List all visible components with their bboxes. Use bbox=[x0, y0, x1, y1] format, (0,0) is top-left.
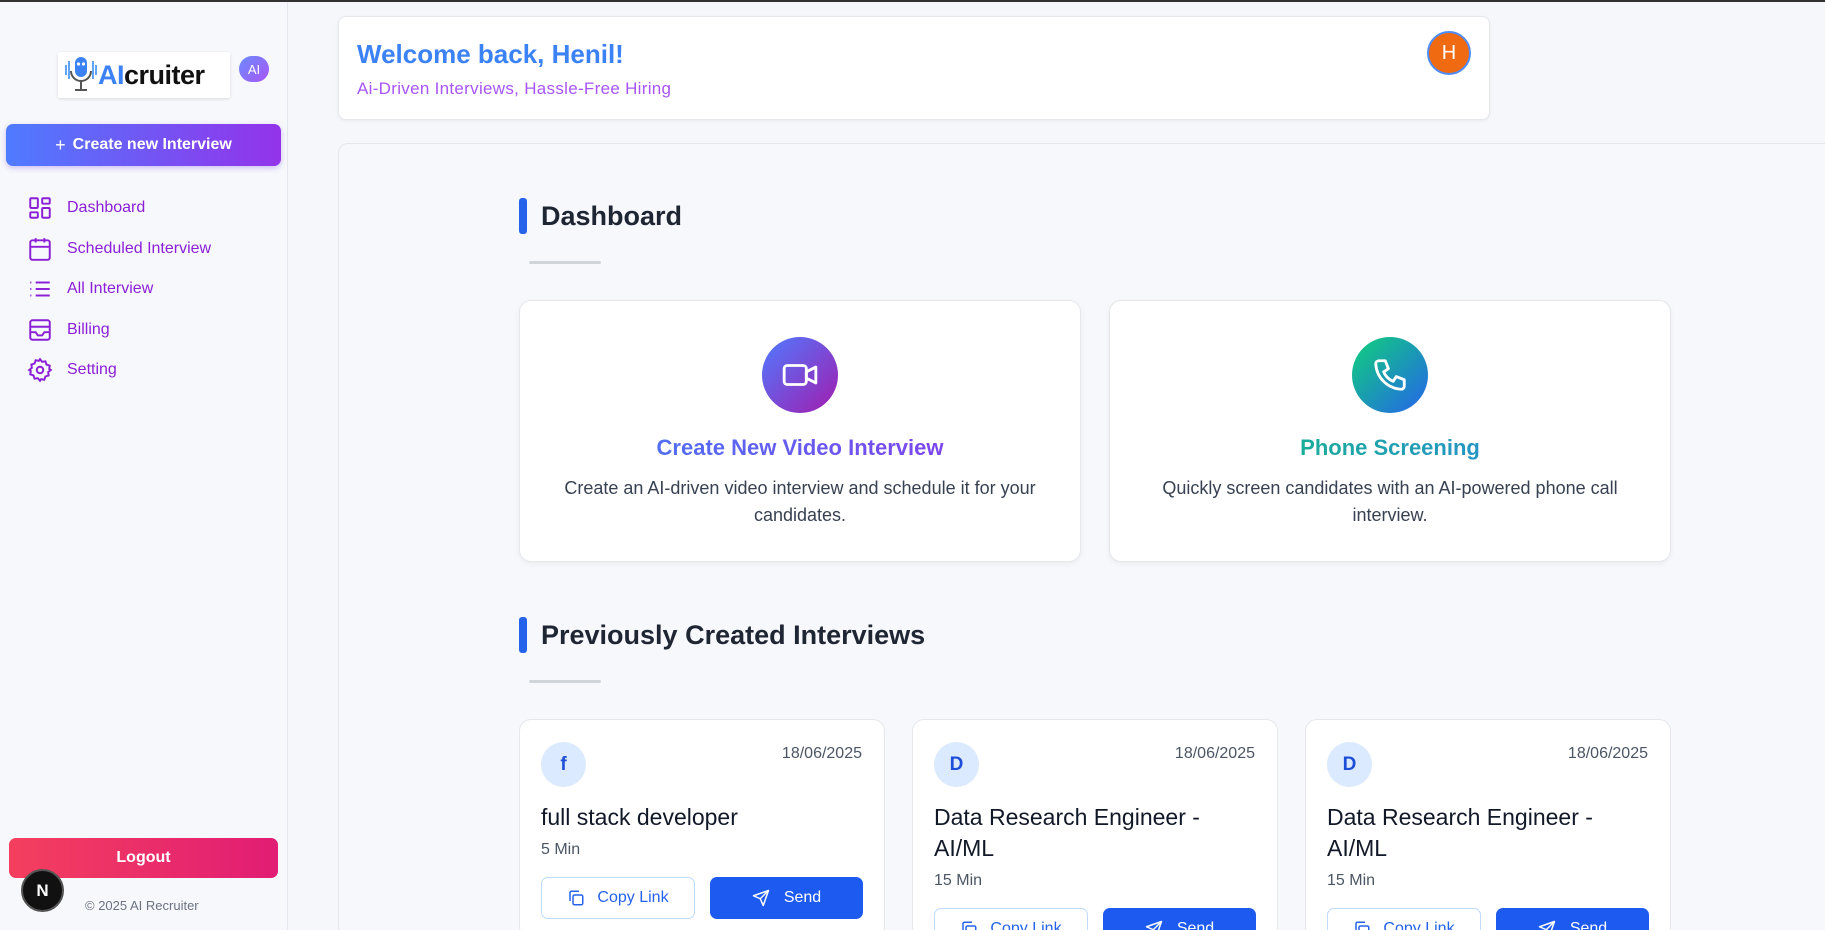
gear-icon bbox=[27, 357, 53, 383]
wallet-icon bbox=[29, 319, 51, 341]
video-camera-icon bbox=[762, 337, 838, 413]
calendar-icon bbox=[29, 237, 51, 261]
card-title: Create New Video Interview bbox=[520, 435, 1080, 461]
avatar[interactable]: H bbox=[1427, 31, 1471, 75]
interview-date: 18/06/2025 bbox=[1567, 745, 1648, 762]
previous-interviews-title: Previously Created Interviews bbox=[519, 617, 925, 653]
interview-title: Data Research Engineer - AI/ML bbox=[1327, 804, 1593, 861]
copyright-text: © 2025 AI Recruiter bbox=[85, 898, 199, 913]
card-description: Quickly screen candidates with an AI-pow… bbox=[1162, 478, 1618, 525]
ai-badge: AI bbox=[239, 56, 269, 82]
copy-link-label: Copy Link bbox=[990, 920, 1062, 930]
copy-link-button[interactable]: Copy Link bbox=[934, 908, 1088, 930]
section-heading: Previously Created Interviews bbox=[541, 619, 926, 650]
title-accent-bar bbox=[519, 617, 527, 653]
send-button[interactable]: Send bbox=[710, 877, 863, 919]
sidebar-item-label: Dashboard bbox=[67, 199, 146, 217]
send-button[interactable]: Send bbox=[1496, 908, 1649, 930]
sidebar: AIcruiter AI + Create new Interview Dash… bbox=[0, 2, 288, 930]
plus-icon: + bbox=[55, 134, 66, 155]
interview-duration: 15 Min bbox=[934, 872, 983, 889]
sidebar-item-all-interview[interactable]: All Interview bbox=[27, 269, 211, 310]
interview-date: 18/06/2025 bbox=[1174, 745, 1255, 762]
sidebar-item-label: All Interview bbox=[67, 280, 154, 298]
copy-link-button[interactable]: Copy Link bbox=[541, 877, 695, 919]
main-panel: Dashboard Create New Video Interview Cre… bbox=[338, 143, 1825, 930]
dashboard-section-title: Dashboard bbox=[519, 198, 682, 234]
interview-card[interactable]: D 18/06/2025 Data Research Engineer - AI… bbox=[912, 719, 1278, 930]
send-icon bbox=[752, 889, 770, 907]
n-badge[interactable]: N bbox=[21, 869, 64, 912]
phone-screening-card[interactable]: Phone Screening Quickly screen candidate… bbox=[1109, 300, 1671, 562]
copy-link-label: Copy Link bbox=[597, 889, 669, 906]
copy-link-label: Copy Link bbox=[1383, 920, 1455, 930]
sidebar-item-label: Billing bbox=[67, 320, 110, 338]
interview-initial: D bbox=[934, 742, 979, 787]
title-underline bbox=[529, 261, 601, 264]
interview-title: full stack developer bbox=[541, 804, 738, 830]
title-underline bbox=[529, 680, 601, 683]
sidebar-nav: Dashboard Scheduled Interview All Interv… bbox=[27, 188, 211, 391]
page-title: Dashboard bbox=[541, 200, 683, 231]
app-logo[interactable]: AIcruiter bbox=[58, 52, 230, 98]
microphone-icon bbox=[64, 55, 98, 95]
interview-card[interactable]: f 18/06/2025 full stack developer 5 Min … bbox=[519, 719, 885, 930]
copy-icon bbox=[962, 921, 977, 930]
send-label: Send bbox=[1176, 920, 1215, 930]
sidebar-item-setting[interactable]: Setting bbox=[27, 350, 211, 391]
tagline: Ai-Driven Interviews, Hassle-Free Hiring bbox=[357, 79, 672, 98]
sidebar-item-label: Scheduled Interview bbox=[67, 239, 212, 257]
interview-duration: 5 Min bbox=[541, 841, 581, 858]
interview-title: Data Research Engineer - AI/ML bbox=[934, 804, 1200, 861]
welcome-title: Welcome back, Henil! bbox=[357, 39, 624, 69]
send-icon bbox=[1145, 920, 1163, 930]
create-new-interview-button[interactable]: + Create new Interview bbox=[6, 124, 281, 166]
interview-duration: 15 Min bbox=[1327, 872, 1376, 889]
list-icon bbox=[30, 281, 50, 297]
welcome-header: Welcome back, Henil! Ai-Driven Interview… bbox=[338, 16, 1490, 120]
send-button[interactable]: Send bbox=[1103, 908, 1256, 930]
send-icon bbox=[1538, 920, 1556, 930]
sidebar-item-billing[interactable]: Billing bbox=[27, 310, 211, 351]
title-accent-bar bbox=[519, 198, 527, 234]
phone-icon bbox=[1352, 337, 1428, 413]
send-label: Send bbox=[783, 889, 822, 906]
copy-icon bbox=[1355, 921, 1370, 930]
sidebar-item-dashboard[interactable]: Dashboard bbox=[27, 188, 211, 229]
interview-initial: f bbox=[541, 742, 586, 787]
card-title: Phone Screening bbox=[1110, 435, 1670, 461]
interview-card[interactable]: D 18/06/2025 Data Research Engineer - AI… bbox=[1305, 719, 1671, 930]
create-video-interview-card[interactable]: Create New Video Interview Create an AI-… bbox=[519, 300, 1081, 562]
dashboard-icon bbox=[29, 197, 51, 219]
copy-link-button[interactable]: Copy Link bbox=[1327, 908, 1481, 930]
sidebar-item-label: Setting bbox=[67, 361, 117, 379]
copy-icon bbox=[569, 890, 584, 906]
sidebar-item-scheduled-interview[interactable]: Scheduled Interview bbox=[27, 229, 211, 270]
interview-initial: D bbox=[1327, 742, 1372, 787]
card-description: Create an AI-driven video interview and … bbox=[564, 478, 1036, 525]
interview-date: 18/06/2025 bbox=[781, 745, 862, 762]
send-label: Send bbox=[1569, 920, 1608, 930]
create-new-interview-label: Create new Interview bbox=[72, 136, 232, 153]
logo-text: AIcruiter bbox=[98, 59, 205, 90]
